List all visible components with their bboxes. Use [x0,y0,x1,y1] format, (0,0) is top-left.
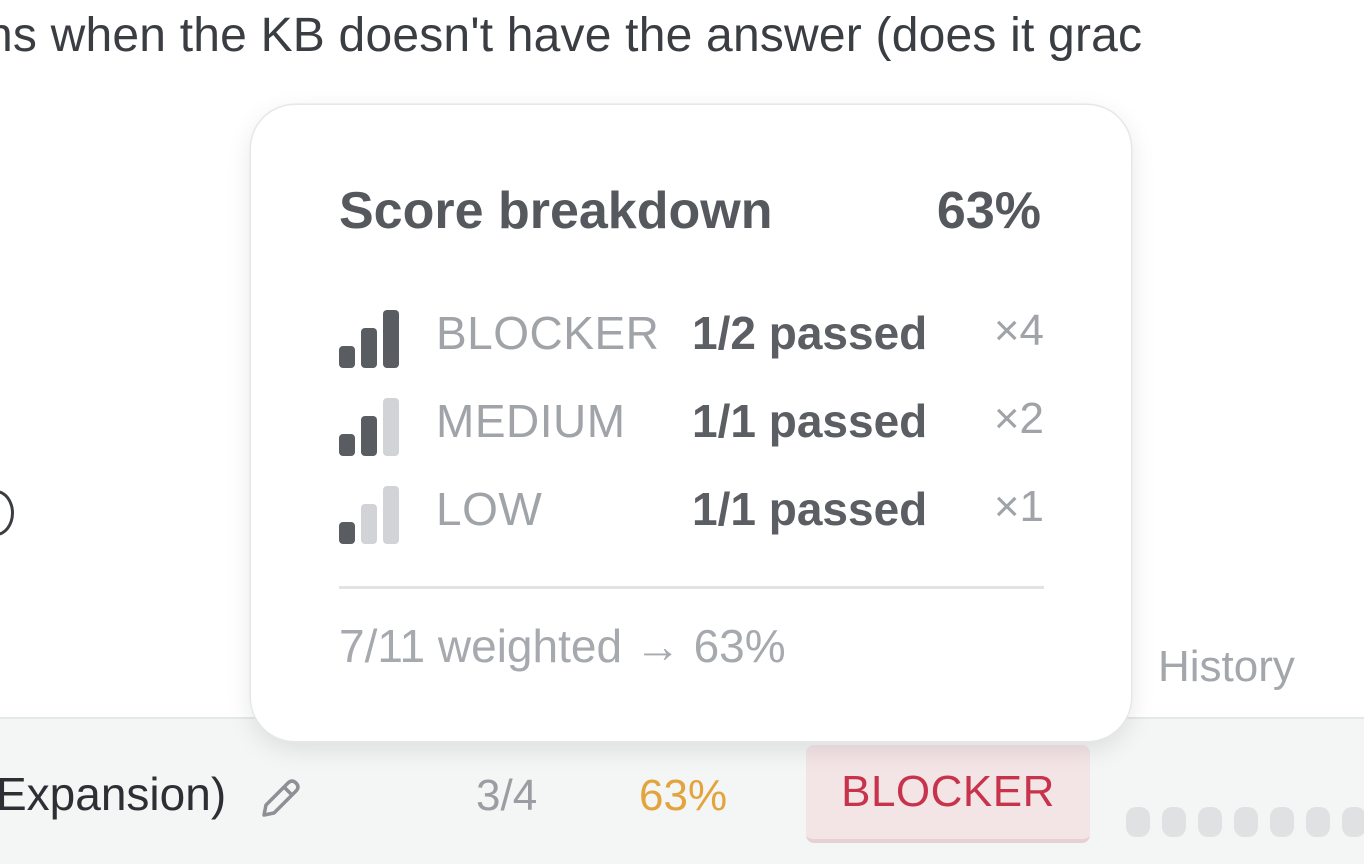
signal-bar [339,522,355,544]
checks-passed-count: 3/4 [476,771,538,820]
severity-passed: 1/1 passed [692,395,928,447]
severity-label: MEDIUM [436,395,626,447]
signal-bars-icon [339,398,403,456]
history-dot[interactable] [1306,807,1330,837]
severity-passed: 1/2 passed [692,307,928,359]
history-dot[interactable] [1162,807,1186,837]
severity-badge[interactable]: BLOCKER [806,745,1090,843]
signal-bar [361,504,377,544]
history-dot[interactable] [1270,807,1294,837]
severity-weight: ×1 [993,482,1044,531]
requirement-description-text: ns when the KB doesn't have the answer (… [0,9,1143,62]
severity-weight: ×4 [993,306,1044,355]
pencil-icon[interactable] [256,773,306,823]
signal-bar [361,416,377,456]
popover-title: Score breakdown [339,182,773,240]
weighted-summary: 7/11 weighted → 63% [339,620,786,672]
signal-bar [339,434,355,456]
history-dots [1126,807,1364,837]
severity-label: BLOCKER [436,307,660,359]
severity-passed: 1/1 passed [692,483,928,535]
severity-label: LOW [436,483,543,535]
signal-bar [383,486,399,544]
history-column-header[interactable]: History [1158,642,1295,692]
severity-row-medium: MEDIUM 1/1 passed ×2 [339,394,1044,468]
history-dot[interactable] [1342,807,1364,837]
severity-weight: ×2 [993,394,1044,443]
score-percentage[interactable]: 63% [639,771,727,821]
page: ns when the KB doesn't have the answer (… [0,0,1364,864]
signal-bars-icon [339,486,403,544]
history-dot[interactable] [1234,807,1258,837]
history-dot[interactable] [1198,807,1222,837]
row-title: Expansion) [0,768,227,820]
signal-bar [383,398,399,456]
history-dot[interactable] [1126,807,1150,837]
severity-row-low: LOW 1/1 passed ×1 [339,482,1044,556]
signal-bars-icon [339,310,403,368]
signal-bar [339,346,355,368]
signal-bar [383,310,399,368]
truncated-glyph [0,490,14,536]
score-breakdown-popover: Score breakdown 63% BLOCKER 1/2 passed ×… [251,105,1131,741]
popover-divider [339,586,1044,589]
severity-row-blocker: BLOCKER 1/2 passed ×4 [339,306,1044,380]
signal-bar [361,328,377,368]
popover-total-score: 63% [936,182,1041,240]
